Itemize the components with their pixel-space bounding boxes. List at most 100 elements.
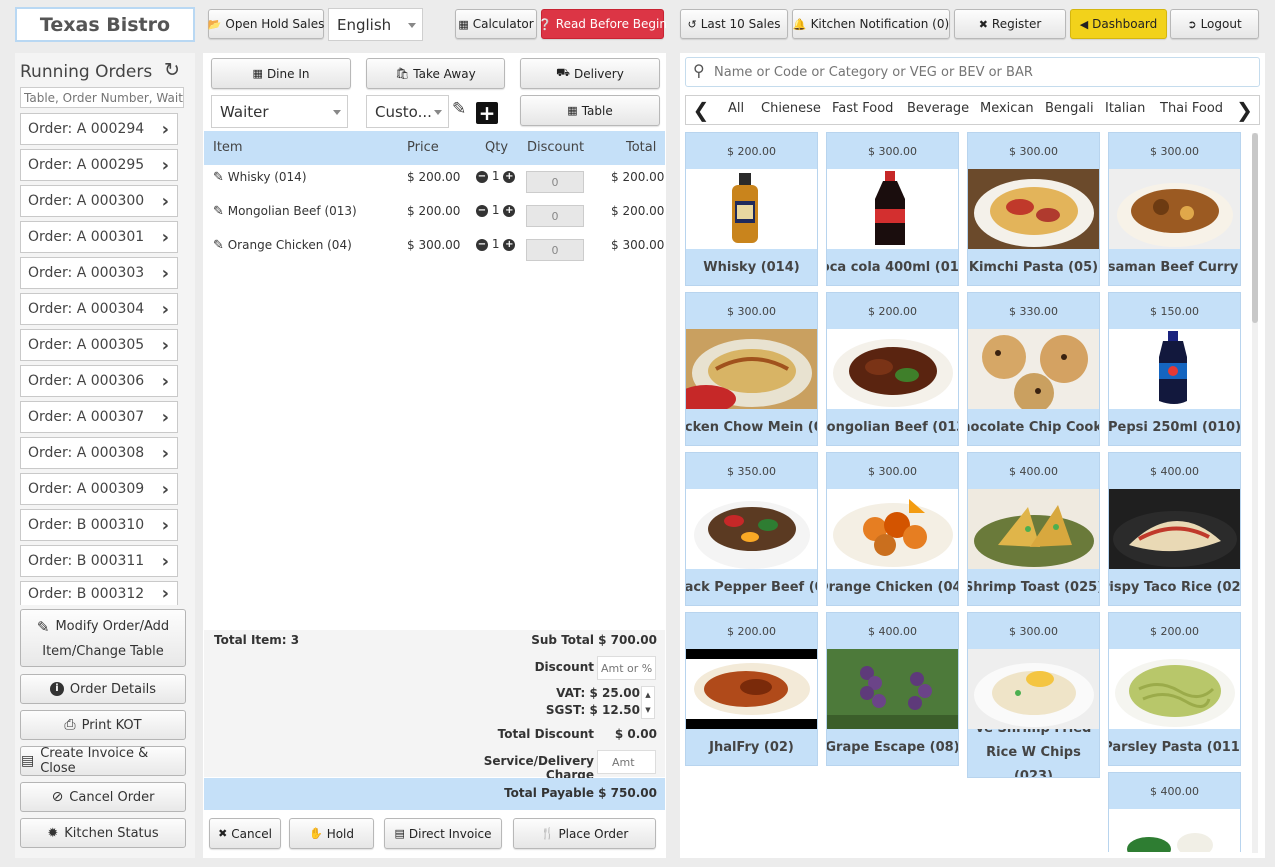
menu-item-image (968, 329, 1099, 409)
menu-item-card[interactable]: $ 300.00 hicken Chow Mein (02 (685, 292, 818, 446)
category-tab[interactable]: Mexican (980, 101, 1034, 116)
category-tab[interactable]: Thai Food (1160, 101, 1223, 116)
category-tab[interactable]: Italian (1105, 101, 1145, 116)
edit-icon[interactable]: ✎ (213, 238, 224, 253)
minus-icon[interactable]: − (476, 238, 488, 251)
category-tab[interactable]: Beverage (907, 101, 969, 116)
register-button[interactable]: ✖ Register (954, 9, 1066, 39)
discount-input[interactable] (597, 656, 656, 680)
plus-icon[interactable]: + (503, 238, 516, 251)
edit-icon[interactable]: ✎ (213, 170, 224, 185)
menu-item-card[interactable]: $ 300.00 Kimchi Pasta (05) (967, 132, 1100, 286)
cart-item-discount[interactable]: 0 (526, 171, 584, 193)
menu-item-image (1109, 489, 1240, 569)
menu-search[interactable]: ⚲ (685, 57, 1260, 87)
category-tab[interactable]: Fast Food (832, 101, 893, 116)
dine-in-button[interactable]: ▦ Dine In (211, 58, 351, 89)
minus-icon[interactable]: − (476, 204, 488, 217)
running-order-item[interactable]: Order: A 000300 › (20, 185, 178, 217)
running-order-item[interactable]: Order: B 000312 › (20, 581, 178, 605)
edit-icon[interactable]: ✎ (213, 204, 224, 219)
question-icon: ❔ (538, 17, 552, 31)
cart-item-name: Mongolian Beef (013) (227, 204, 357, 218)
menu-item-card[interactable]: $ 400.00 Grape Escape (08) (826, 612, 959, 766)
service-charge-input[interactable] (597, 750, 656, 774)
place-order-button[interactable]: 🍴 Place Order (513, 818, 656, 849)
take-away-button[interactable]: 🛍 Take Away (366, 58, 505, 89)
menu-item-card[interactable]: $ 300.00 assaman Beef Curry (0 (1108, 132, 1241, 286)
menu-item-card[interactable]: $ 400.00 Shrimp Toast (025) (967, 452, 1100, 606)
running-order-item[interactable]: Order: A 000295 › (20, 149, 178, 181)
tax-stepper[interactable]: ▲ ▼ (641, 686, 655, 719)
chevron-left-icon[interactable]: ❮ (686, 96, 716, 124)
refresh-icon[interactable]: ↻ (164, 59, 180, 81)
menu-item-card[interactable]: $ 300.00 ve Shrimp Fried Rice W Chips (02… (967, 612, 1100, 778)
cancel-order-button[interactable]: ⊘ Cancel Order (20, 782, 186, 812)
running-order-item[interactable]: Order: A 000308 › (20, 437, 178, 469)
running-order-item[interactable]: Order: A 000301 › (20, 221, 178, 253)
modify-order-button[interactable]: ✎ Modify Order/Add Item/Change Table (20, 609, 186, 667)
cart-item-discount[interactable]: 0 (526, 239, 584, 261)
running-order-item[interactable]: Order: A 000306 › (20, 365, 178, 397)
running-order-item[interactable]: Order: A 000303 › (20, 257, 178, 289)
edit-customer-icon[interactable]: ✎ (452, 99, 466, 119)
menu-scroll-area[interactable]: $ 200.00 Whisky (014) $ 300.00 Coca cola 40… (685, 131, 1260, 852)
dashboard-button[interactable]: ◀ Dashboard (1070, 9, 1167, 39)
direct-invoice-button[interactable]: ▤ Direct Invoice (384, 818, 502, 849)
menu-item-price: $ 150.00 (1109, 293, 1240, 329)
menu-search-input[interactable] (714, 61, 1254, 83)
category-tab[interactable]: Chienese (761, 101, 821, 116)
delivery-button[interactable]: ⛟ Delivery (520, 58, 660, 89)
kitchen-notification-button[interactable]: 🔔 Kitchen Notification (0) (792, 9, 950, 39)
menu-item-card[interactable]: $ 400.00 Crispy Taco Rice (024) (1108, 452, 1241, 606)
menu-item-price: $ 300.00 (968, 133, 1099, 169)
add-customer-icon[interactable]: + (476, 101, 498, 125)
brand-logo[interactable]: Texas Bistro (15, 7, 195, 42)
calculator-button[interactable]: ▦ Calculator (455, 9, 537, 39)
running-order-item[interactable]: Order: A 000309 › (20, 473, 178, 505)
menu-item-card[interactable]: $ 330.00 Chocolate Chip Cookie (967, 292, 1100, 446)
menu-item-card[interactable]: $ 150.00 Pepsi 250ml (010) (1108, 292, 1241, 446)
plus-icon[interactable]: + (503, 170, 516, 183)
logout-button[interactable]: ➲ Logout (1170, 9, 1259, 39)
waiter-select[interactable]: Waiter (211, 95, 348, 128)
minus-icon[interactable]: − (476, 170, 488, 183)
running-order-item[interactable]: Order: A 000305 › (20, 329, 178, 361)
order-details-button[interactable]: i Order Details (20, 674, 186, 704)
menu-item-card[interactable]: $ 300.00 Orange Chicken (04) (826, 452, 959, 606)
plus-icon[interactable]: + (503, 204, 516, 217)
language-select[interactable]: English (328, 8, 423, 41)
ban-icon: ⊘ (51, 789, 64, 805)
chevron-right-icon[interactable]: ❯ (1230, 96, 1259, 124)
customer-select[interactable]: Custo... (366, 95, 449, 128)
read-before-begin-button[interactable]: ❔ Read Before Begin (538, 9, 667, 39)
kitchen-status-button[interactable]: ✹ Kitchen Status (20, 818, 186, 848)
create-invoice-button[interactable]: ▤ Create Invoice & Close (20, 746, 186, 776)
order-search-input[interactable] (20, 87, 184, 108)
menu-item-card[interactable]: $ 300.00 Coca cola 400ml (015) (826, 132, 959, 286)
scrollbar-thumb[interactable] (1252, 133, 1258, 323)
running-order-item[interactable]: Order: A 000307 › (20, 401, 178, 433)
running-order-item[interactable]: Order: B 000311 › (20, 545, 178, 577)
cart-item-discount[interactable]: 0 (526, 205, 584, 227)
running-order-item[interactable]: Order: B 000310 › (20, 509, 178, 541)
running-order-item[interactable]: Order: A 000304 › (20, 293, 178, 325)
menu-item-card[interactable]: $ 350.00 Black Pepper Beef (03 (685, 452, 818, 606)
running-order-item[interactable]: Order: A 000294 › (20, 113, 178, 145)
table-button[interactable]: ▦ Table (520, 95, 660, 126)
category-tab[interactable]: Bengali (1045, 101, 1094, 116)
menu-item-card[interactable]: $ 200.00 Parsley Pasta (011) (1108, 612, 1241, 766)
total-payable-value: $ 750.00 (598, 786, 657, 800)
open-hold-sales-button[interactable]: 📂 Open Hold Sales (208, 9, 324, 39)
cancel-button[interactable]: ✖ Cancel (209, 818, 281, 849)
menu-item-card[interactable]: $ 200.00 Whisky (014) (685, 132, 818, 286)
menu-item-card[interactable]: $ 200.00 JhalFry (02) (685, 612, 818, 766)
spinner-icon: ✹ (47, 825, 59, 841)
hold-button[interactable]: ✋ Hold (289, 818, 374, 849)
category-tab[interactable]: All (728, 101, 744, 116)
menu-item-card[interactable]: $ 400.00 (1108, 772, 1241, 852)
last-10-sales-button[interactable]: ↺ Last 10 Sales (680, 9, 788, 39)
print-kot-button[interactable]: ⎙ Print KOT (20, 710, 186, 740)
menu-item-card[interactable]: $ 200.00 Mongolian Beef (013) (826, 292, 959, 446)
cart-item-total: $ 200.00 (611, 204, 665, 218)
